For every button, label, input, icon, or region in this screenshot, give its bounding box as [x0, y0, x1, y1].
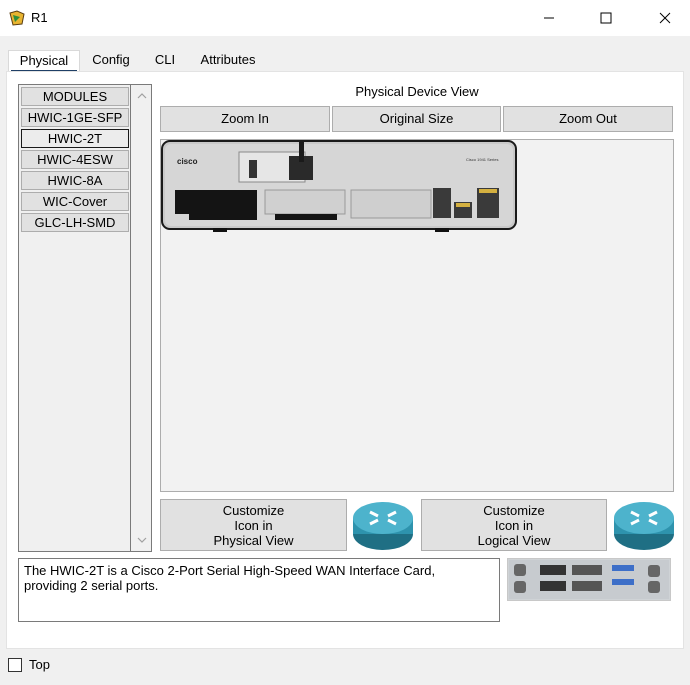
module-hwic-1ge-sfp[interactable]: HWIC-1GE-SFP — [21, 108, 129, 127]
modules-list[interactable]: MODULES HWIC-1GE-SFP HWIC-2T HWIC-4ESW H… — [18, 84, 152, 552]
original-size-button[interactable]: Original Size — [332, 106, 501, 132]
tab-physical[interactable]: Physical — [8, 50, 80, 72]
tab-cli[interactable]: CLI — [148, 50, 182, 72]
customize-physical-icon-button[interactable]: Customize Icon in Physical View — [160, 499, 347, 551]
chassis-model: Cisco 1941 Series — [466, 157, 498, 162]
module-description: The HWIC-2T is a Cisco 2-Port Serial Hig… — [18, 558, 500, 622]
description-line2: providing 2 serial ports. — [24, 578, 159, 593]
maximize-button[interactable] — [583, 0, 629, 36]
close-button[interactable] — [642, 0, 688, 36]
customize-logical-line1: Customize — [483, 503, 545, 518]
chevron-up-icon — [137, 93, 146, 99]
module-hwic-8a[interactable]: HWIC-8A — [21, 171, 129, 190]
module-header: MODULES — [21, 87, 129, 106]
zoom-out-button[interactable]: Zoom Out — [503, 106, 673, 132]
hwic-2t-card-image — [509, 560, 669, 599]
tab-physical-label: Physical — [19, 53, 69, 68]
customize-logical-line3: Logical View — [477, 533, 551, 548]
tab-cli-label: CLI — [154, 52, 176, 67]
description-line1: The HWIC-2T is a Cisco 2-Port Serial Hig… — [24, 563, 436, 578]
customize-physical-line2: Icon in — [234, 518, 273, 533]
top-checkbox[interactable] — [8, 658, 22, 672]
module-hwic-4esw[interactable]: HWIC-4ESW — [21, 150, 129, 169]
top-checkbox-label: Top — [29, 657, 50, 672]
minimize-icon — [544, 17, 554, 19]
scroll-down-button[interactable] — [132, 531, 151, 549]
close-icon — [659, 12, 671, 24]
customize-logical-icon-button[interactable]: Customize Icon in Logical View — [421, 499, 607, 551]
device-view-canvas[interactable]: cisco Cisco 1941 Series — [160, 139, 674, 492]
customize-logical-line2: Icon in — [494, 518, 534, 533]
router-icon — [353, 502, 413, 550]
zoom-in-button[interactable]: Zoom In — [160, 106, 330, 132]
maximize-icon — [600, 12, 612, 24]
scroll-up-button[interactable] — [132, 87, 151, 105]
modules-list-items: MODULES HWIC-1GE-SFP HWIC-2T HWIC-4ESW H… — [19, 85, 131, 551]
module-glc-lh-smd[interactable]: GLC-LH-SMD — [21, 213, 129, 232]
module-preview-image — [507, 558, 671, 601]
module-wic-cover[interactable]: WIC-Cover — [21, 192, 129, 211]
module-hwic-2t[interactable]: HWIC-2T — [21, 129, 129, 148]
router-chassis: cisco Cisco 1941 Series — [161, 140, 517, 232]
tab-config[interactable]: Config — [84, 50, 138, 72]
packet-tracer-icon — [9, 10, 25, 26]
customize-physical-line1: Customize — [222, 503, 285, 518]
tab-config-label: Config — [92, 52, 130, 67]
minimize-button[interactable] — [526, 0, 572, 36]
physical-device-view-label: Physical Device View — [355, 84, 479, 99]
window-title: R1 — [31, 10, 48, 25]
tab-attributes-label: Attributes — [200, 52, 256, 67]
tab-attributes[interactable]: Attributes — [190, 50, 266, 72]
cisco-logo: cisco — [177, 157, 198, 166]
chevron-down-icon — [137, 537, 146, 543]
router-icon — [614, 502, 674, 550]
title-bar: R1 — [0, 0, 690, 36]
customize-physical-line3: Physical View — [213, 533, 294, 548]
